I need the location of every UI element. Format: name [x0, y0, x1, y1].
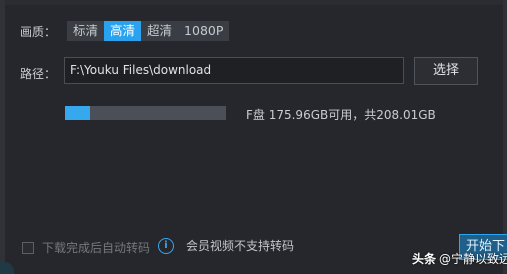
- quality-option-sd[interactable]: 标清: [67, 21, 104, 41]
- info-circle-icon: i: [158, 237, 174, 254]
- auto-transcode-option[interactable]: 下载完成后自动转码: [22, 239, 150, 256]
- watermark-brand: 头条: [412, 252, 437, 266]
- auto-transcode-checkbox[interactable]: [22, 241, 34, 254]
- quality-selector: 标清 高清 超清 1080P: [67, 21, 230, 41]
- quality-option-super[interactable]: 超清: [141, 21, 178, 41]
- download-settings-panel: 画质： 标清 高清 超清 1080P 路径： F:\Youku Files\do…: [0, 0, 507, 274]
- auto-transcode-label: 下载完成后自动转码: [42, 241, 151, 255]
- browse-button[interactable]: 选择: [414, 57, 478, 85]
- quality-option-1080p[interactable]: 1080P: [178, 21, 229, 41]
- panel-top-border: [0, 0, 507, 5]
- quality-label: 画质：: [20, 25, 57, 39]
- download-path-input[interactable]: F:\Youku Files\download: [64, 57, 404, 84]
- panel-right-border: [503, 0, 507, 274]
- watermark-handle: @宁静以致远7: [439, 252, 507, 266]
- vip-transcode-note: i 会员视频不支持转码: [158, 237, 294, 254]
- quality-option-hd[interactable]: 高清: [104, 21, 142, 41]
- vip-note-text: 会员视频不支持转码: [186, 239, 295, 253]
- disk-space-info: F盘 175.96GB可用，共208.01GB: [246, 108, 436, 122]
- watermark: 头条@宁静以致远7: [412, 250, 507, 267]
- path-label: 路径：: [20, 67, 57, 81]
- corner-badge-icon: [0, 262, 14, 274]
- disk-usage-fill: [65, 106, 90, 120]
- panel-left-border: [0, 0, 5, 274]
- disk-usage-bar: [65, 106, 226, 120]
